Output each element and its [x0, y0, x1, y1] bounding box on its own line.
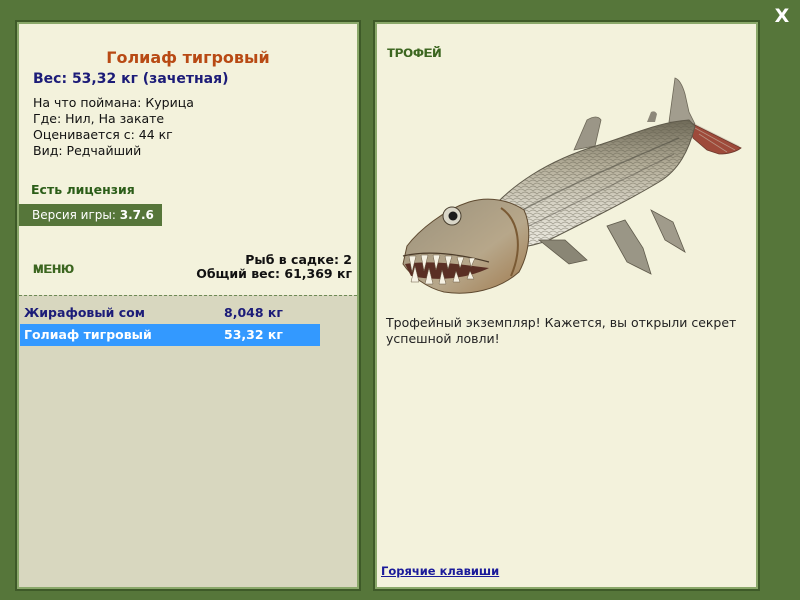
bait-info: На что поймана: Курица	[33, 95, 194, 110]
close-button[interactable]: X	[768, 4, 796, 28]
list-item-weight: 8,048 кг	[224, 305, 283, 320]
cage-fish-count: Рыб в садке: 2	[245, 252, 352, 267]
menu-button[interactable]: МЕНЮ	[33, 262, 74, 276]
list-item[interactable]: Жирафовый сом 8,048 кг	[20, 302, 320, 324]
cage-total-weight: Общий вес: 61,369 кг	[196, 266, 352, 281]
version-label: Версия игры:	[32, 208, 116, 222]
list-item-name: Жирафовый сом	[24, 305, 145, 320]
catch-list: Жирафовый сом 8,048 кг Голиаф тигровый 5…	[19, 295, 357, 587]
rarity-info: Вид: Редчайший	[33, 143, 142, 158]
fish-info-panel: Голиаф тигровый Вес: 53,32 кг (зачетная)…	[19, 24, 357, 587]
trophy-description: Трофейный экземпляр! Кажется, вы открыли…	[386, 315, 737, 346]
fish-weight: Вес: 53,32 кг (зачетная)	[33, 71, 229, 87]
version-badge: Версия игры: 3.7.6	[19, 204, 162, 226]
trophy-panel: ТРОФЕЙ Трофейный экземпляр! Кажется, вы …	[377, 24, 756, 587]
list-item-weight: 53,32 кг	[224, 327, 283, 342]
list-item-name: Голиаф тигровый	[24, 327, 152, 342]
location-info: Где: Нил, На закате	[33, 111, 165, 126]
rated-from-info: Оценивается с: 44 кг	[33, 127, 173, 142]
license-status: Есть лицензия	[31, 182, 135, 197]
hotkeys-link[interactable]: Горячие клавиши	[381, 564, 499, 578]
fish-name-title: Голиаф тигровый	[106, 48, 270, 67]
goliath-tigerfish-image	[402, 77, 742, 294]
version-value: 3.7.6	[119, 208, 154, 222]
list-item-selected[interactable]: Голиаф тигровый 53,32 кг	[20, 324, 320, 346]
